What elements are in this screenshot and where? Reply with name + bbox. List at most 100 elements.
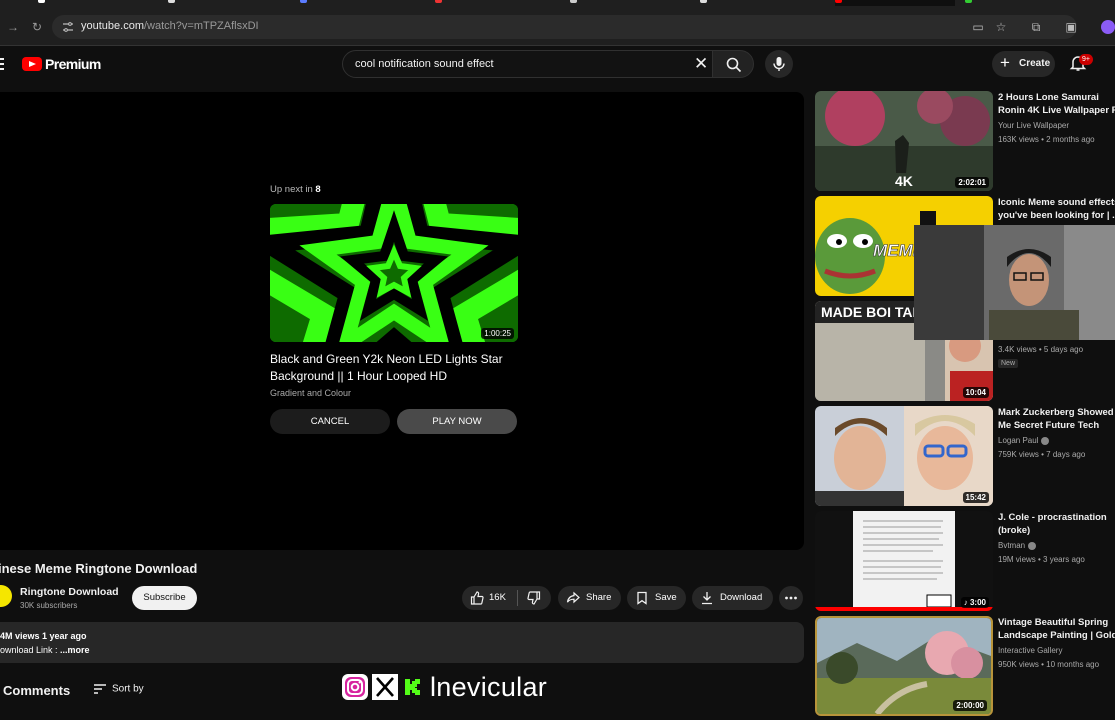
more-actions-button[interactable] [779,586,803,610]
youtube-play-icon [22,57,42,71]
up-next-duration: 1:00:25 [481,328,514,339]
description-text: ownload Link : ...more [0,645,90,655]
download-icon [702,592,712,605]
recommendation-thumbnail[interactable]: 2:00:00 [815,616,993,716]
clear-search-icon[interactable]: ✕ [694,55,708,73]
like-count: 16K [489,592,506,603]
recommendation-item[interactable]: 2:00:00 Vintage Beautiful Spring Landsca… [815,616,1115,718]
subscribe-button[interactable]: Subscribe [132,586,197,610]
neon-star-thumbnail-image [270,204,518,342]
channel-name[interactable]: Ringtone Download [20,586,119,598]
show-more-link[interactable]: ...more [60,645,90,655]
recommendation-meta: 3.4K views • 5 days ago [998,345,1084,354]
recommendation-thumbnail[interactable]: 4K 2:02:01 [815,91,993,191]
download-label: Download [720,592,763,603]
share-label: Share [586,592,612,603]
recommendation-title[interactable]: Iconic Meme sound effects you've been lo… [998,196,1115,222]
browser-tab-strip [0,0,1115,8]
address-bar[interactable]: youtube.com/watch?v=mTPZAflsxDI ▭ ☆ ⧉ ▣ [52,15,1077,39]
play-now-button[interactable]: PLAY NOW [397,409,517,434]
extensions-icon[interactable]: ⧉ [1029,20,1043,34]
up-next-title[interactable]: Black and Green Y2k Neon LED Lights Star… [270,351,530,385]
site-settings-icon[interactable] [62,21,74,33]
thumbs-down-icon [527,591,541,605]
verified-icon [1041,436,1050,445]
split-view-icon[interactable]: ▣ [1064,20,1078,34]
like-dislike-group: 16K [462,586,551,610]
youtube-premium-logo[interactable]: Premium [22,55,101,73]
watermark-handle: lnevicular [430,671,548,702]
create-button[interactable]: + Create [992,51,1055,77]
download-button[interactable]: Download [692,586,773,610]
recommendation-title[interactable]: 2 Hours Lone Samurai Ronin 4K Live Wallp… [998,91,1115,117]
recommendation-title[interactable]: Vintage Beautiful Spring Landscape Paint… [998,616,1115,642]
recommendation-meta: 950K views • 10 months ago [998,660,1100,669]
thumbnail-overlay-text: 4K [895,173,913,189]
search-input[interactable]: cool notification sound effect ✕ [342,50,720,78]
samurai-thumbnail-image: 4K [815,91,993,191]
recommendation-channel[interactable]: Interactive Gallery [998,646,1115,655]
cancel-autoplay-button[interactable]: CANCEL [270,409,390,434]
more-horizontal-icon [785,596,797,600]
recommendation-item[interactable]: ♪ 3:00 J. Cole - procrastination (broke)… [815,511,1115,613]
album-cover-thumbnail-image [815,511,993,611]
recommendation-meta: 163K views • 2 months ago [998,135,1095,144]
recommendation-channel[interactable]: Your Live Wallpaper [998,121,1115,130]
browser-tab[interactable] [168,0,268,6]
forward-icon[interactable]: → [6,20,20,34]
recommendation-thumbnail[interactable]: 15:42 [815,406,993,506]
video-title: inese Meme Ringtone Download [0,561,198,576]
recommendation-item[interactable]: 15:42 Mark Zuckerberg Showed Me Secret F… [815,406,1115,508]
browser-tab[interactable] [300,0,400,6]
recommendation-thumbnail[interactable]: ♪ 3:00 [815,511,993,611]
cast-icon[interactable]: ▭ [971,20,985,34]
video-player[interactable]: Up next in 8 1:00:25 Black and Green Y2k… [0,92,804,550]
browser-toolbar: → ↻ youtube.com/watch?v=mTPZAflsxDI ▭ ☆ … [0,8,1115,46]
browser-profile-avatar[interactable] [1101,20,1115,34]
voice-search-button[interactable] [765,50,793,78]
share-icon [566,591,580,604]
reload-icon[interactable]: ↻ [30,20,44,34]
browser-tab[interactable] [435,0,535,6]
recommendation-duration: 2:02:01 [955,177,989,188]
dislike-button[interactable] [518,586,551,610]
recommendation-duration: 15:42 [962,492,989,503]
save-button[interactable]: Save [627,586,686,610]
recommendation-item[interactable]: 4K 2:02:01 2 Hours Lone Samurai Ronin 4K… [815,91,1115,193]
hamburger-menu-icon[interactable] [0,55,6,73]
recommendation-channel[interactable]: Logan Paul [998,436,1115,445]
up-next-thumbnail[interactable]: 1:00:25 [270,204,518,342]
microphone-icon [773,57,785,71]
search-icon [726,57,742,73]
share-button[interactable]: Share [558,586,621,610]
description-box[interactable] [0,622,804,663]
browser-tab[interactable] [965,0,1065,6]
up-next-label: Up next in 8 [270,184,321,195]
search-button[interactable] [712,50,754,78]
notification-count-badge: 9+ [1079,54,1093,65]
zuckerberg-thumbnail-image [815,406,993,506]
plus-icon: + [1000,53,1010,72]
sort-label: Sort by [112,683,144,695]
bookmark-star-icon[interactable]: ☆ [994,20,1008,34]
browser-tab[interactable] [570,0,670,6]
recommendation-title[interactable]: Mark Zuckerberg Showed Me Secret Future … [998,406,1115,432]
creator-watermark: lnevicular [342,671,547,703]
recommendation-duration: 10:04 [962,387,989,398]
browser-tab-active[interactable] [835,0,955,6]
sort-comments-button[interactable]: Sort by [93,683,144,695]
browser-tab[interactable] [38,0,128,6]
instagram-icon [342,674,368,700]
recommendation-channel[interactable]: Bvtman [998,541,1115,550]
up-next-channel: Gradient and Colour [270,388,352,398]
recommendation-meta: 19M views • 3 years ago [998,555,1085,564]
channel-avatar[interactable] [0,585,12,607]
thumbs-up-icon [470,591,484,605]
url-text: youtube.com/watch?v=mTPZAflsxDI [81,20,259,32]
browser-tab[interactable] [700,0,800,6]
youtube-masthead: Premium cool notification sound effect ✕… [0,46,1115,82]
comments-heading: Comments [3,683,71,698]
recommendation-title[interactable]: J. Cole - procrastination (broke) [998,511,1115,537]
recommendation-meta: 759K views • 7 days ago [998,450,1086,459]
like-button[interactable]: 16K [462,586,517,610]
